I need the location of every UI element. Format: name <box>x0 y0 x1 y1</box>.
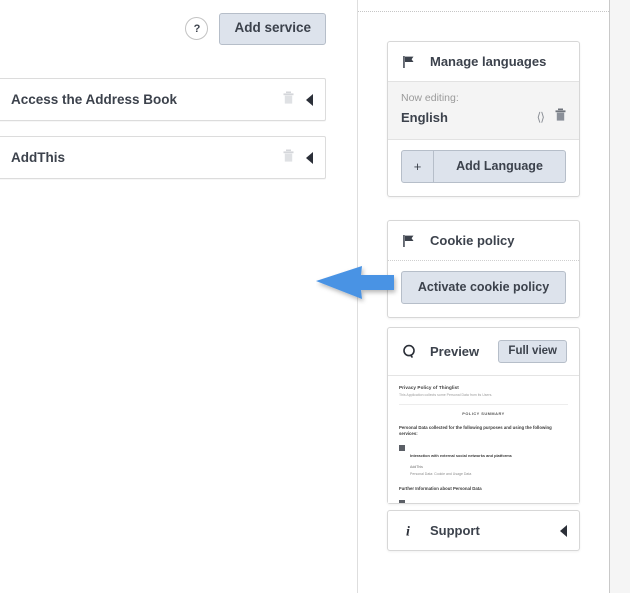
panel-header-support[interactable]: i Support <box>388 511 579 550</box>
activate-cookie-policy-button[interactable]: Activate cookie policy <box>401 271 566 304</box>
bullet-square-icon <box>399 499 405 503</box>
preview-item-title: Interaction with external social network… <box>410 453 512 459</box>
main-content-column: ? Add service Access the Address Book Ad… <box>0 0 357 593</box>
flag-icon <box>402 234 426 248</box>
annotation-arrow-icon <box>316 261 400 305</box>
preview-further-heading: Further Information about Personal Data <box>399 485 482 491</box>
panel-header-manage-languages: Manage languages <box>388 42 579 82</box>
panel-manage-languages: Manage languages Now editing: English ⟨⟩ <box>387 41 580 197</box>
add-language-button[interactable]: + Add Language <box>401 150 566 183</box>
preview-item-text: Interaction with external social network… <box>410 444 568 477</box>
svg-text:i: i <box>406 525 410 538</box>
magnifier-icon <box>402 344 426 359</box>
service-list: Access the Address Book AddThis <box>0 78 326 194</box>
add-language-label: Add Language <box>456 159 543 173</box>
code-icon[interactable]: ⟨⟩ <box>537 110 545 124</box>
preview-doc-title: Privacy Policy of Thinglist <box>399 385 459 390</box>
panel-header-cookie-policy: Cookie policy <box>388 221 579 261</box>
row-actions <box>283 91 313 109</box>
preview-section-heading: Personal Data collected for the followin… <box>399 424 552 436</box>
panel-title: Preview <box>430 344 480 359</box>
table-row[interactable]: AddThis <box>0 136 326 179</box>
row-actions <box>283 149 313 167</box>
right-gutter <box>609 0 630 593</box>
current-language-value: English <box>401 109 448 125</box>
panel-support[interactable]: i Support <box>387 510 580 551</box>
app-screen: ? Add service Access the Address Book Ad… <box>0 0 630 593</box>
preview-divider <box>399 403 568 405</box>
preview-item-text: Access the Address Book This Application… <box>410 499 568 503</box>
plus-icon: + <box>402 151 434 182</box>
now-editing-row: English ⟨⟩ <box>401 108 566 126</box>
expand-row-caret-icon[interactable] <box>306 93 313 106</box>
list-item: Access the Address Book This Application… <box>399 499 568 503</box>
panel-header-preview: Preview Full view <box>388 328 579 375</box>
panel-cookie-policy: Cookie policy Activate cookie policy <box>387 220 580 318</box>
cookie-policy-body: Activate cookie policy <box>388 261 579 317</box>
now-editing-section: Now editing: English ⟨⟩ <box>388 82 579 140</box>
expand-support-caret-icon[interactable] <box>560 524 567 537</box>
preview-doc-subtitle: This Application collects some Personal … <box>399 392 493 397</box>
language-actions: ⟨⟩ <box>537 108 566 126</box>
preview-item-service: AddThis <box>410 465 423 470</box>
panel-title: Manage languages <box>430 54 547 69</box>
panel-title: Support <box>430 523 480 538</box>
expand-row-caret-icon[interactable] <box>306 151 313 164</box>
help-icon[interactable]: ? <box>185 17 209 41</box>
add-service-button[interactable]: Add service <box>219 13 326 45</box>
list-item: Interaction with external social network… <box>399 444 568 477</box>
preview-document[interactable]: Privacy Policy of Thinglist This Applica… <box>388 375 579 503</box>
trash-icon[interactable] <box>283 91 294 109</box>
table-row[interactable]: Access the Address Book <box>0 78 326 121</box>
panel-preview: Preview Full view Privacy Policy of Thin… <box>387 327 580 504</box>
flag-icon <box>402 55 426 69</box>
full-view-button[interactable]: Full view <box>498 340 567 363</box>
trash-icon[interactable] <box>283 149 294 167</box>
trash-icon[interactable] <box>555 108 566 126</box>
service-name: Access the Address Book <box>11 92 178 107</box>
main-toolbar: ? Add service <box>185 13 326 45</box>
bullet-square-icon <box>399 444 405 451</box>
preview-item-detail: Personal Data: Cookie and Usage Data <box>410 471 472 476</box>
now-editing-label: Now editing: <box>401 92 459 104</box>
preview-summary-heading: Policy summary <box>462 410 505 416</box>
service-name: AddThis <box>11 150 65 165</box>
panel-title: Cookie policy <box>430 233 515 248</box>
info-icon: i <box>402 523 426 538</box>
add-language-section: + Add Language <box>388 140 579 196</box>
